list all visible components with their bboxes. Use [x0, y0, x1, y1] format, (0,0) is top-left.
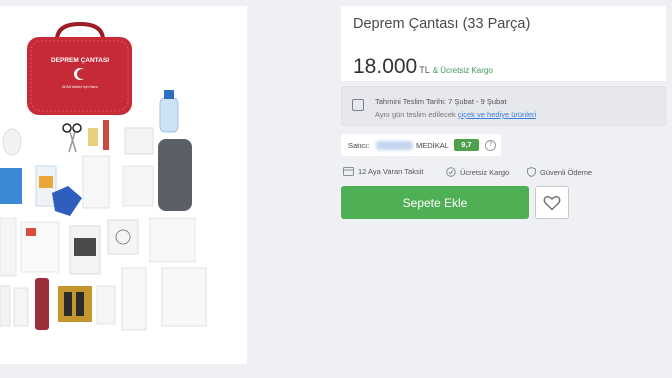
seller-label: Satıcı:: [348, 141, 370, 150]
check-circle-icon: [446, 167, 456, 177]
calendar-icon: [352, 99, 364, 111]
seller-name[interactable]: MEDİKAL: [416, 141, 449, 150]
delivery-note-text: Aynı gün teslim edilecek: [375, 110, 456, 119]
shield-icon: [527, 167, 536, 177]
kit-contents-photo: DEPREM ÇANTASI AFAD Afetler İçin Hazır: [0, 6, 247, 364]
price-value: 18.000: [353, 55, 418, 78]
seller-name-blurred: [376, 141, 413, 150]
seller-score-badge: 9,7: [454, 139, 479, 151]
feature-secure-payment: Güvenli Ödeme: [527, 167, 592, 177]
product-image[interactable]: DEPREM ÇANTASI AFAD Afetler İçin Hazır: [0, 6, 247, 364]
feature-installment-label: 12 Aya Varan Taksit: [358, 167, 424, 176]
feature-secure-payment-label: Güvenli Ödeme: [540, 167, 593, 177]
delivery-estimate: Tahmini Teslim Tarihi: 7 Şubat - 9 Şubat: [375, 97, 507, 106]
add-to-cart-button[interactable]: Sepete Ekle: [341, 186, 529, 219]
product-header: Deprem Çantası (33 Parça) 18.000 TL & Ücre…: [341, 6, 666, 82]
delivery-note-link[interactable]: çiçek ve hediye ürünleri: [458, 110, 536, 119]
feature-installment: 12 Aya Varan Taksit: [343, 167, 423, 176]
bag-sublabel: AFAD Afetler İçin Hazır: [62, 84, 99, 89]
bag-label: DEPREM ÇANTASI: [51, 57, 109, 64]
price-line: 18.000 TL & Ücretsiz Kargo: [353, 55, 493, 79]
product-title: Deprem Çantası (33 Parça): [353, 16, 531, 32]
delivery-note: Aynı gün teslim edilecek çiçek ve hediye…: [375, 110, 536, 119]
free-cargo-text: & Ücretsiz Kargo: [432, 66, 493, 75]
favorite-button[interactable]: [535, 186, 569, 219]
feature-free-cargo: Ücretsiz Kargo: [446, 167, 509, 177]
credit-card-icon: [343, 167, 354, 176]
seller-box: Satıcı: MEDİKAL 9,7 ?: [341, 134, 501, 156]
help-icon[interactable]: ?: [485, 140, 496, 151]
feature-free-cargo-label: Ücretsiz Kargo: [460, 167, 510, 177]
price-currency: TL: [419, 65, 430, 75]
heart-icon: [543, 195, 561, 210]
delivery-info: Tahmini Teslim Tarihi: 7 Şubat - 9 Şubat…: [341, 86, 666, 126]
